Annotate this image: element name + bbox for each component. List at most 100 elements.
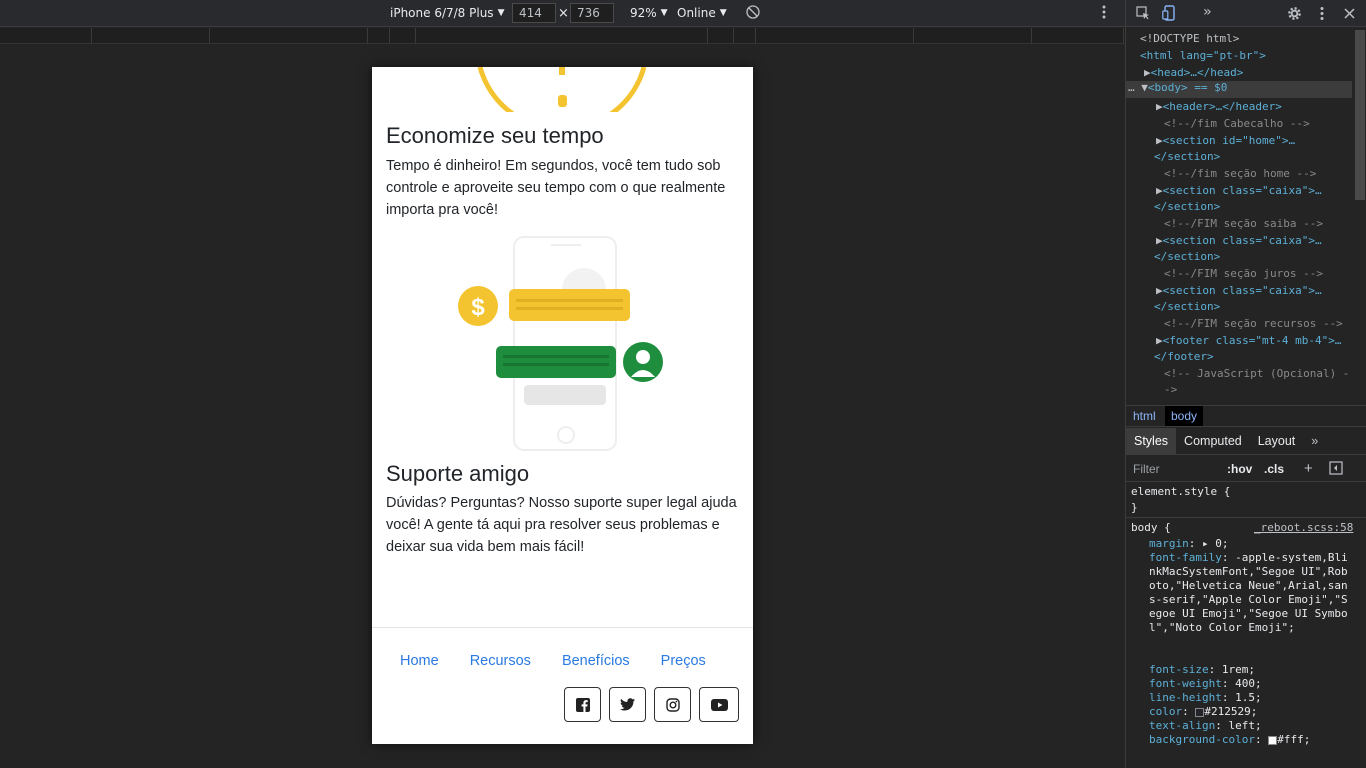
styles-pane: element.style { } body { _reboot.scss:58… — [1126, 484, 1366, 768]
css-prop[interactable]: font-weight: 400; — [1149, 677, 1262, 691]
dom-comment: <!-- JavaScript (Opcional) - — [1164, 367, 1350, 380]
youtube-icon — [710, 698, 728, 711]
device-name: iPhone 6/7/8 Plus — [390, 6, 494, 20]
section-title: Suporte amigo — [386, 461, 530, 486]
dom-comment: <!--/fim Cabecalho --> — [1164, 117, 1310, 130]
dom-line[interactable]: ▶<footer class="mt-4 mb-4">… — [1156, 334, 1341, 347]
cls-toggle[interactable]: .cls — [1264, 462, 1284, 476]
css-prop[interactable]: margin: ▸ 0; — [1149, 537, 1229, 551]
dom-line[interactable]: ▶<section class="caixa">… — [1156, 184, 1322, 197]
youtube-button[interactable] — [699, 687, 739, 722]
section-text: Tempo é dinheiro! Em segundos, você tem … — [386, 158, 726, 218]
inspect-icon[interactable] — [1136, 6, 1150, 20]
chevron-down-icon: ▼ — [660, 8, 668, 18]
dom-comment: <!--/FIM seção saiba --> — [1164, 217, 1323, 230]
css-prop[interactable]: line-height: 1.5; — [1149, 691, 1262, 705]
add-rule-icon[interactable]: + — [1304, 460, 1313, 477]
dom-comment: <!--/FIM seção juros --> — [1164, 267, 1323, 280]
facebook-icon — [575, 697, 590, 712]
dom-line[interactable]: </section> — [1154, 250, 1220, 263]
kebab-icon — [1102, 5, 1106, 19]
footer-link-precos[interactable]: Preços — [661, 653, 706, 669]
dom-line[interactable]: </section> — [1154, 150, 1220, 163]
color-swatch[interactable] — [1268, 735, 1278, 745]
dom-line[interactable]: </footer> — [1154, 350, 1214, 363]
chevron-down-icon: ▼ — [497, 8, 505, 18]
filter-input[interactable]: Filter — [1133, 462, 1160, 476]
height-input[interactable]: 736 — [570, 3, 614, 23]
dom-line[interactable]: <!DOCTYPE html> — [1140, 32, 1239, 45]
section-text: Dúvidas? Perguntas? Nosso suporte super … — [386, 495, 737, 555]
breadcrumb-body[interactable]: body — [1165, 406, 1204, 426]
tab-layout[interactable]: Layout — [1250, 428, 1304, 455]
instagram-icon — [665, 697, 680, 712]
dom-line[interactable]: </section> — [1154, 200, 1220, 213]
rotate-button[interactable] — [746, 5, 760, 19]
footer-link-home[interactable]: Home — [400, 653, 439, 669]
clock-illustration — [477, 67, 647, 112]
kebab-icon[interactable] — [1320, 6, 1324, 21]
times-sign: × — [558, 6, 569, 21]
page-viewport: Economize seu tempo Tempo é dinheiro! Em… — [372, 67, 753, 744]
rule-close: } — [1131, 501, 1138, 514]
twitter-icon — [620, 698, 635, 711]
styles-filter-bar: Filter :hov .cls + — [1126, 456, 1366, 482]
devtools-panel: » <!DOCTYPE html> <html lang="pt-br"> ▶<… — [1125, 0, 1366, 768]
dollar-sign: $ — [471, 294, 485, 321]
dom-line[interactable]: <html lang="pt-br"> — [1140, 49, 1266, 62]
dom-comment: <!--/FIM seção recursos --> — [1164, 317, 1343, 330]
toggle-sidebar-icon[interactable] — [1329, 461, 1343, 475]
css-prop[interactable]: color: #212529; — [1149, 705, 1257, 719]
breadcrumb-html[interactable]: html — [1133, 409, 1156, 423]
hov-toggle[interactable]: :hov — [1227, 462, 1252, 476]
instagram-button[interactable] — [654, 687, 691, 722]
element-style-rule[interactable]: element.style { — [1131, 485, 1230, 499]
body-rule-selector[interactable]: body { — [1131, 521, 1171, 535]
dom-tree: <!DOCTYPE html> <html lang="pt-br"> ▶<he… — [1126, 30, 1352, 402]
footer-divider — [372, 627, 753, 628]
rotate-icon — [746, 5, 760, 19]
twitter-button[interactable] — [609, 687, 646, 722]
dom-line[interactable]: ▶<section class="caixa">… — [1156, 284, 1322, 297]
network-value: Online — [677, 6, 716, 20]
gear-icon[interactable] — [1287, 6, 1302, 21]
more-options-button[interactable] — [1102, 4, 1106, 20]
zoom-select[interactable]: 92% ▼ — [630, 6, 668, 20]
breadcrumb: html body — [1126, 405, 1366, 427]
css-prop[interactable]: text-align: left; — [1149, 719, 1262, 733]
device-toolbar: iPhone 6/7/8 Plus ▼ 414 × 736 92% ▼ Onli… — [0, 0, 1125, 27]
dom-comment: -> — [1164, 383, 1178, 396]
footer-link-recursos[interactable]: Recursos — [470, 653, 531, 669]
more-tabs-icon[interactable]: » — [1303, 428, 1326, 455]
css-prop[interactable]: background-color: #fff; — [1149, 733, 1310, 747]
phone-chat-illustration: $ — [458, 236, 663, 451]
dom-scrollbar[interactable] — [1355, 30, 1365, 200]
network-select[interactable]: Online ▼ — [677, 6, 727, 20]
devtools-toolbar: » — [1126, 0, 1366, 27]
facebook-button[interactable] — [564, 687, 601, 722]
close-icon[interactable] — [1344, 8, 1355, 19]
footer-nav: Home Recursos Benefícios Preços — [400, 653, 737, 669]
dom-comment: <!--/fim seção home --> — [1164, 167, 1317, 180]
dom-line[interactable]: </section> — [1154, 300, 1220, 313]
styles-tabs: Styles Computed Layout » — [1126, 427, 1366, 455]
tab-styles[interactable]: Styles — [1126, 427, 1177, 455]
chevron-down-icon: ▼ — [719, 8, 727, 18]
css-prop[interactable]: font-size: 1rem; — [1149, 663, 1255, 677]
dom-line[interactable]: ▶<head>…</head> — [1144, 66, 1243, 79]
device-select[interactable]: iPhone 6/7/8 Plus ▼ — [390, 6, 504, 20]
media-query-ruler[interactable] — [0, 28, 1125, 44]
dom-line[interactable]: ▶<section id="home">… — [1156, 134, 1295, 147]
zoom-value: 92% — [630, 6, 657, 20]
footer-link-beneficios[interactable]: Benefícios — [562, 653, 630, 669]
browser-window: iPhone 6/7/8 Plus ▼ 414 × 736 92% ▼ Onli… — [0, 0, 1366, 768]
css-prop[interactable]: font-family: -apple-system,BlinkMacSyste… — [1149, 551, 1354, 635]
tab-computed[interactable]: Computed — [1176, 428, 1250, 455]
dom-line[interactable]: ▶<section class="caixa">… — [1156, 234, 1322, 247]
more-tabs-icon[interactable]: » — [1203, 4, 1211, 20]
width-input[interactable]: 414 — [512, 3, 556, 23]
dom-line[interactable]: ▶<header>…</header> — [1156, 100, 1282, 113]
device-toggle-icon[interactable] — [1162, 5, 1176, 21]
dom-line-selected[interactable]: … ▼<body> == $0 — [1126, 81, 1352, 98]
rule-source-link[interactable]: _reboot.scss:58 — [1254, 521, 1353, 535]
